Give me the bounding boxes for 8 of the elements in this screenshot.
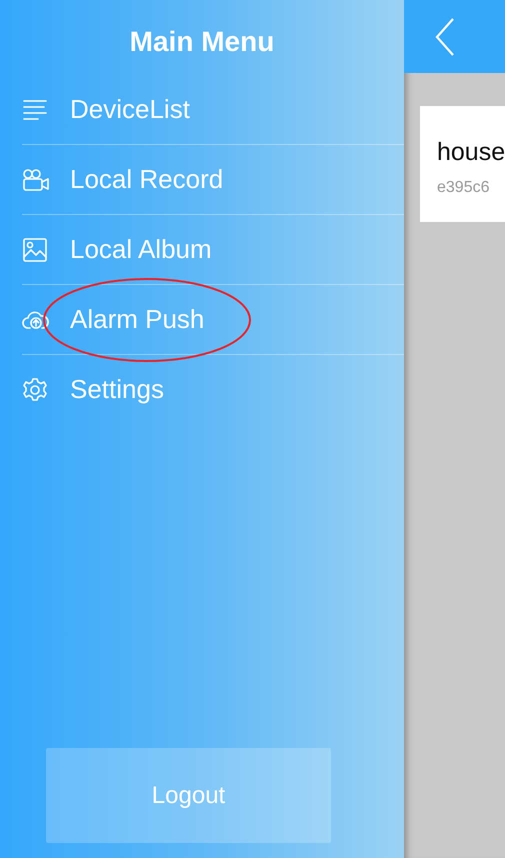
video-camera-icon: [22, 166, 52, 192]
menu-title: Main Menu: [128, 25, 276, 59]
device-name: house: [437, 138, 505, 167]
logout-button[interactable]: Logout: [46, 748, 331, 843]
menu-item[interactable]: Settings: [22, 355, 404, 424]
device-id: e395c6: [437, 179, 490, 197]
device-card[interactable]: house e395c6: [420, 106, 505, 222]
back-chevron-icon[interactable]: [434, 16, 456, 56]
